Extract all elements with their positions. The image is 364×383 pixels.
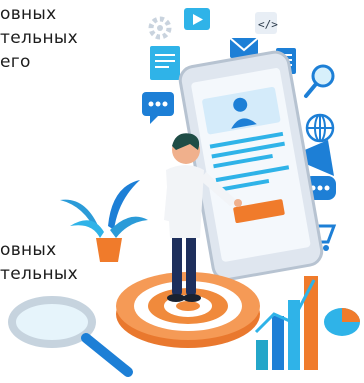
pie-chart-icon: [324, 308, 360, 336]
svg-text:</>: </>: [258, 18, 278, 31]
gear-icon: [148, 16, 172, 40]
plant: [60, 180, 148, 262]
video-play-icon: [184, 8, 210, 30]
code-icon: </>: [255, 12, 278, 34]
document-icon: [150, 46, 180, 80]
globe-icon: [305, 113, 335, 143]
chat-bubble-icon: [142, 92, 174, 124]
smartphone: [178, 50, 324, 282]
bar-chart-icon: [254, 276, 318, 370]
search-icon: [304, 64, 335, 98]
illustration: </>: [8, 8, 360, 377]
magnifier-icon: [8, 296, 133, 377]
